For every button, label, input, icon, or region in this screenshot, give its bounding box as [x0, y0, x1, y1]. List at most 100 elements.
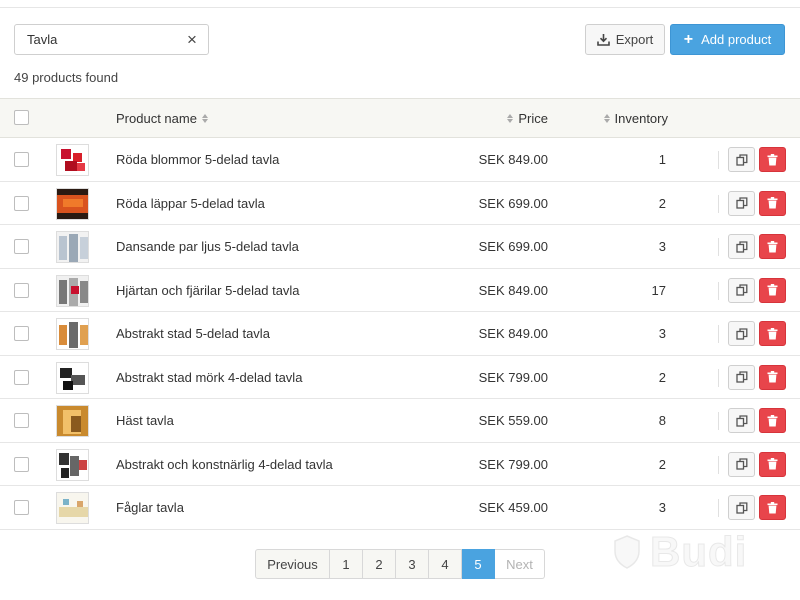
- column-header-price[interactable]: Price: [507, 111, 548, 126]
- close-icon[interactable]: ×: [185, 31, 199, 48]
- row-checkbox[interactable]: [14, 282, 29, 298]
- actions-divider: [718, 281, 719, 300]
- product-inventory: 3: [658, 239, 666, 254]
- table-row[interactable]: Häst tavla SEK 559.00 8: [0, 399, 800, 443]
- trash-icon: [767, 458, 778, 470]
- table-row[interactable]: Fåglar tavla SEK 459.00 3: [0, 486, 800, 530]
- product-inventory: 3: [658, 326, 666, 341]
- product-price: SEK 459.00: [478, 500, 548, 515]
- add-product-button[interactable]: + Add product: [670, 24, 785, 55]
- copy-product-button[interactable]: [728, 364, 755, 390]
- delete-product-button[interactable]: [759, 495, 786, 520]
- product-name[interactable]: Abstrakt och konstnärlig 4-delad tavla: [116, 457, 333, 472]
- delete-product-button[interactable]: [759, 408, 786, 433]
- table-row[interactable]: Abstrakt stad mörk 4-delad tavla SEK 799.…: [0, 356, 800, 399]
- copy-icon: [735, 371, 747, 383]
- row-checkbox[interactable]: [14, 413, 29, 428]
- column-header-name-label: Product name: [116, 111, 197, 126]
- copy-icon: [735, 501, 747, 514]
- actions-divider: [718, 455, 719, 474]
- product-thumbnail[interactable]: [56, 405, 89, 437]
- table-row[interactable]: Abstrakt och konstnärlig 4-delad tavla SE…: [0, 443, 800, 486]
- next-page-button[interactable]: Next: [495, 549, 545, 579]
- add-product-label: Add product: [701, 32, 772, 47]
- copy-product-button[interactable]: [728, 451, 755, 477]
- product-thumbnail[interactable]: [56, 274, 89, 307]
- row-checkbox[interactable]: [14, 195, 29, 211]
- table-row[interactable]: Hjärtan och fjärilar 5-delad tavla SEK 84…: [0, 269, 800, 312]
- row-checkbox[interactable]: [14, 152, 29, 167]
- watermark-text: Budi: [649, 528, 748, 576]
- copy-product-button[interactable]: [728, 190, 755, 216]
- export-button[interactable]: Export: [585, 24, 665, 55]
- row-checkbox[interactable]: [14, 500, 29, 515]
- table-row[interactable]: Abstrakt stad 5-delad tavla SEK 849.00 3: [0, 312, 800, 356]
- product-thumbnail[interactable]: [56, 187, 89, 220]
- product-name[interactable]: Röda blommor 5-delad tavla: [116, 152, 279, 167]
- product-name[interactable]: Hjärtan och fjärilar 5-delad tavla: [116, 283, 300, 298]
- page-button-1[interactable]: 1: [330, 549, 363, 579]
- page-button-4[interactable]: 4: [429, 549, 462, 579]
- product-thumbnail[interactable]: [56, 231, 89, 263]
- product-thumbnail[interactable]: [56, 492, 89, 524]
- trash-icon: [767, 284, 778, 296]
- product-inventory: 8: [658, 413, 666, 428]
- column-header-name[interactable]: Product name: [116, 111, 208, 126]
- product-thumbnail[interactable]: [56, 144, 89, 176]
- row-checkbox[interactable]: [14, 456, 29, 472]
- trash-icon: [767, 153, 778, 165]
- table-row[interactable]: Dansande par ljus 5-delad tavla SEK 699.0…: [0, 225, 800, 269]
- sort-icon: [507, 114, 514, 123]
- trash-icon: [767, 501, 778, 513]
- product-name[interactable]: Häst tavla: [116, 413, 174, 428]
- product-thumbnail[interactable]: [56, 361, 89, 394]
- delete-product-button[interactable]: [759, 451, 786, 477]
- product-inventory: 3: [658, 500, 666, 515]
- copy-product-button[interactable]: [728, 147, 755, 172]
- product-price: SEK 849.00: [478, 326, 548, 341]
- search-box[interactable]: ×: [14, 24, 209, 55]
- product-name[interactable]: Fåglar tavla: [116, 500, 184, 515]
- copy-product-button[interactable]: [728, 495, 755, 520]
- copy-product-button[interactable]: [728, 277, 755, 303]
- trash-icon: [767, 414, 778, 426]
- column-header-price-label: Price: [518, 111, 548, 126]
- page-button-3[interactable]: 3: [396, 549, 429, 579]
- page-button-2[interactable]: 2: [363, 549, 396, 579]
- actions-divider: [718, 499, 719, 517]
- product-inventory: 2: [658, 456, 666, 472]
- product-name[interactable]: Röda läppar 5-delad tavla: [116, 196, 265, 211]
- table-row[interactable]: Röda läppar 5-delad tavla SEK 699.00 2: [0, 182, 800, 225]
- row-checkbox[interactable]: [14, 239, 29, 254]
- copy-product-button[interactable]: [728, 321, 755, 346]
- product-thumbnail[interactable]: [56, 448, 89, 481]
- previous-page-button[interactable]: Previous: [255, 549, 330, 579]
- delete-product-button[interactable]: [759, 277, 786, 303]
- copy-product-button[interactable]: [728, 408, 755, 433]
- delete-product-button[interactable]: [759, 321, 786, 346]
- product-name[interactable]: Abstrakt stad mörk 4-delad tavla: [116, 370, 302, 385]
- product-inventory: 1: [658, 152, 666, 167]
- page-button-5[interactable]: 5: [462, 549, 495, 579]
- delete-product-button[interactable]: [759, 234, 786, 259]
- table-row[interactable]: Röda blommor 5-delad tavla SEK 849.00 1: [0, 138, 800, 182]
- trash-icon: [767, 371, 778, 383]
- select-all-checkbox[interactable]: [14, 110, 29, 125]
- actions-divider: [718, 325, 719, 343]
- search-input[interactable]: [15, 25, 180, 54]
- copy-product-button[interactable]: [728, 234, 755, 259]
- copy-icon: [735, 240, 747, 253]
- product-inventory: 2: [658, 195, 666, 211]
- delete-product-button[interactable]: [759, 364, 786, 390]
- pagination: Previous 1 2 3 4 5 Next: [255, 549, 545, 579]
- product-price: SEK 849.00: [478, 282, 548, 298]
- product-name[interactable]: Abstrakt stad 5-delad tavla: [116, 326, 270, 341]
- product-name[interactable]: Dansande par ljus 5-delad tavla: [116, 239, 299, 254]
- copy-icon: [735, 197, 747, 209]
- row-checkbox[interactable]: [14, 369, 29, 385]
- row-checkbox[interactable]: [14, 326, 29, 341]
- column-header-inventory[interactable]: Inventory: [603, 111, 668, 126]
- product-thumbnail[interactable]: [56, 318, 89, 350]
- delete-product-button[interactable]: [759, 147, 786, 172]
- delete-product-button[interactable]: [759, 190, 786, 216]
